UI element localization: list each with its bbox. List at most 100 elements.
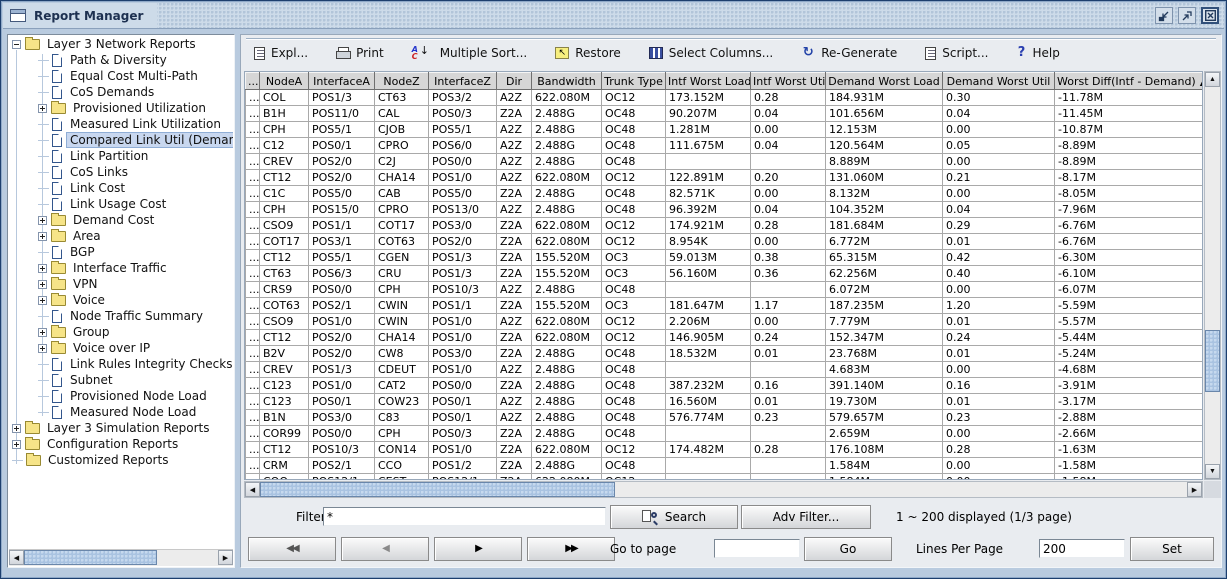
column-header-interfacea[interactable]: InterfaceA [309, 73, 375, 90]
set-button[interactable]: Set [1130, 537, 1214, 561]
table-row[interactable]: ...CSO9POS1/0CWINPOS1/0A2Z622.080MOC122.… [246, 314, 1203, 330]
expand-icon[interactable] [38, 216, 47, 225]
tree-item-cos-links[interactable]: CoS Links [9, 164, 233, 180]
filter-input[interactable] [323, 507, 606, 526]
column-header-demand-worst-load[interactable]: Demand Worst Load [826, 73, 943, 90]
expl-button[interactable]: Expl... [252, 44, 310, 62]
tree-item-equal-cost-multi-path[interactable]: Equal Cost Multi-Path [9, 68, 233, 84]
first-page-button[interactable]: ◀◀ [248, 537, 336, 561]
tree-item-node-traffic-summary[interactable]: Node Traffic Summary [9, 308, 233, 324]
expand-icon[interactable] [38, 296, 47, 305]
last-page-button[interactable]: ▶▶ [527, 537, 615, 561]
expand-icon[interactable] [12, 440, 21, 449]
column-header-intf-worst-load[interactable]: Intf Worst Load [666, 73, 751, 90]
window-iconify-button[interactable] [1155, 7, 1173, 24]
tree-item-demand-cost[interactable]: Demand Cost [9, 212, 233, 228]
table-row[interactable]: ...CPHPOS5/1CJOBPOS5/1A2Z2.488GOC481.281… [246, 122, 1203, 138]
column-header-nodea[interactable]: NodeA [260, 73, 309, 90]
table-row[interactable]: ...CREVPOS2/0C2JPOS0/0A2Z2.488GOC488.889… [246, 154, 1203, 170]
collapse-icon[interactable] [12, 40, 21, 49]
tree-item-provisioned-utilization[interactable]: Provisioned Utilization [9, 100, 233, 116]
column-header-row-menu[interactable]: ... [246, 73, 260, 90]
tree-item-measured-link-utilization[interactable]: Measured Link Utilization [9, 116, 233, 132]
expand-icon[interactable] [38, 280, 47, 289]
tree-item-voice[interactable]: Voice [9, 292, 233, 308]
tree-item-group[interactable]: Group [9, 324, 233, 340]
column-header-intf-worst-util[interactable]: Intf Worst Util [751, 73, 826, 90]
tree-item-area[interactable]: Area [9, 228, 233, 244]
expand-icon[interactable] [38, 232, 47, 241]
restore-button[interactable]: ↖Restore [553, 44, 623, 62]
table-row[interactable]: ...CT12POS10/3CON14POS1/0Z2A622.080MOC12… [246, 442, 1203, 458]
lines-per-page-input[interactable] [1039, 539, 1125, 558]
tree-item-measured-node-load[interactable]: Measured Node Load [9, 404, 233, 420]
scroll-left-button[interactable]: ◀ [245, 482, 260, 497]
table-row[interactable]: ...B1HPOS11/0CALPOS0/3Z2A2.488GOC4890.20… [246, 106, 1203, 122]
column-header-interfacez[interactable]: InterfaceZ [429, 73, 497, 90]
tree-item-link-cost[interactable]: Link Cost [9, 180, 233, 196]
table-row[interactable]: ...C123POS0/1COW23POS0/1A2Z2.488GOC4816.… [246, 394, 1203, 410]
multiple-sort-button[interactable]: AC↓Multiple Sort... [410, 44, 530, 62]
table-row[interactable]: ...CRMPOS2/1CCOPOS1/2Z2A2.488GOC481.584M… [246, 458, 1203, 474]
table-row[interactable]: ...CT63POS6/3CRUPOS1/3Z2A155.520MOC356.1… [246, 266, 1203, 282]
print-button[interactable]: Print [334, 44, 386, 62]
scroll-right-button[interactable]: ▶ [218, 550, 233, 565]
re-generate-button[interactable]: ↻Re-Generate [799, 44, 899, 62]
table-row[interactable]: ...CPHPOS15/0CPROPOS13/0A2Z2.488GOC4896.… [246, 202, 1203, 218]
help-button[interactable]: ?Help [1015, 44, 1062, 62]
column-header-worst-diff-intf-demand[interactable]: Worst Diff(Intf - Demand)▲ [1055, 73, 1203, 90]
tree-item-subnet[interactable]: Subnet [9, 372, 233, 388]
go-button[interactable]: Go [804, 537, 892, 561]
window-maximize-button[interactable] [1178, 7, 1196, 24]
tree-item-cos-demands[interactable]: CoS Demands [9, 84, 233, 100]
tree-item-layer-3-network-reports[interactable]: Layer 3 Network Reports [9, 36, 233, 52]
column-header-nodez[interactable]: NodeZ [375, 73, 429, 90]
search-button[interactable]: Search [610, 505, 738, 529]
expand-icon[interactable] [38, 328, 47, 337]
table-row[interactable]: ...COOPOS12/1CESTPOS12/1Z2A622.080MOC121… [246, 474, 1203, 481]
expand-icon[interactable] [38, 104, 47, 113]
expand-icon[interactable] [38, 264, 47, 273]
expand-icon[interactable] [38, 344, 47, 353]
column-header-trunk-type[interactable]: Trunk Type [602, 73, 666, 90]
window-close-button[interactable] [1201, 7, 1219, 24]
next-page-button[interactable]: ▶ [434, 537, 522, 561]
table-row[interactable]: ...CREVPOS1/3CDEUTPOS1/0A2Z2.488GOC484.6… [246, 362, 1203, 378]
scroll-down-button[interactable]: ▼ [1205, 464, 1220, 479]
column-header-bandwidth[interactable]: Bandwidth [532, 73, 602, 90]
adv-filter-button[interactable]: Adv Filter... [741, 505, 871, 529]
script-button[interactable]: Script... [923, 44, 990, 62]
scrollbar-thumb[interactable] [24, 550, 157, 565]
table-row[interactable]: ...COT63POS2/1CWINPOS1/1Z2A155.520MOC318… [246, 298, 1203, 314]
tree-item-path-diversity[interactable]: Path & Diversity [9, 52, 233, 68]
tree-item-link-usage-cost[interactable]: Link Usage Cost [9, 196, 233, 212]
table-row[interactable]: ...C12POS0/1CPROPOS6/0A2Z2.488GOC48111.6… [246, 138, 1203, 154]
table-row[interactable]: ...CT12POS2/0CHA14POS1/0Z2A622.080MOC121… [246, 330, 1203, 346]
scrollbar-thumb[interactable] [1205, 330, 1220, 392]
tree-item-provisioned-node-load[interactable]: Provisioned Node Load [9, 388, 233, 404]
tree-item-bgp[interactable]: BGP [9, 244, 233, 260]
page-number-input[interactable] [714, 539, 800, 558]
column-header-dir[interactable]: Dir [497, 73, 532, 90]
table-row[interactable]: ...B1NPOS3/0C83POS0/1A2Z2.488GOC48576.77… [246, 410, 1203, 426]
table-row[interactable]: ...COR99POS0/0CPHPOS0/3Z2A2.488GOC482.65… [246, 426, 1203, 442]
scroll-left-button[interactable]: ◀ [9, 550, 24, 565]
table-row[interactable]: ...CSO9POS1/1COT17POS3/0Z2A622.080MOC121… [246, 218, 1203, 234]
scroll-up-button[interactable]: ▲ [1205, 72, 1220, 87]
tree-item-configuration-reports[interactable]: Configuration Reports [9, 436, 233, 452]
tree-item-interface-traffic[interactable]: Interface Traffic [9, 260, 233, 276]
expand-icon[interactable] [12, 424, 21, 433]
tree-item-link-rules-integrity-checks[interactable]: Link Rules Integrity Checks [9, 356, 233, 372]
table-row[interactable]: ...COLPOS1/3CT63POS3/2A2Z622.080MOC12173… [246, 90, 1203, 106]
table-row[interactable]: ...CT12POS5/1CGENPOS1/3Z2A155.520MOC359.… [246, 250, 1203, 266]
column-header-demand-worst-util[interactable]: Demand Worst Util [943, 73, 1055, 90]
table-row[interactable]: ...CRS9POS0/0CPHPOS10/3A2Z2.488GOC486.07… [246, 282, 1203, 298]
tree-item-vpn[interactable]: VPN [9, 276, 233, 292]
scroll-right-button[interactable]: ▶ [1187, 482, 1202, 497]
tree-item-compared-link-util-deman[interactable]: Compared Link Util (Deman [9, 132, 233, 148]
tree-item-layer-3-simulation-reports[interactable]: Layer 3 Simulation Reports [9, 420, 233, 436]
tree-item-voice-over-ip[interactable]: Voice over IP [9, 340, 233, 356]
tree-item-customized-reports[interactable]: Customized Reports [9, 452, 233, 468]
tree-item-link-partition[interactable]: Link Partition [9, 148, 233, 164]
table-row[interactable]: ...C123POS1/0CAT2POS0/0Z2A2.488GOC48387.… [246, 378, 1203, 394]
